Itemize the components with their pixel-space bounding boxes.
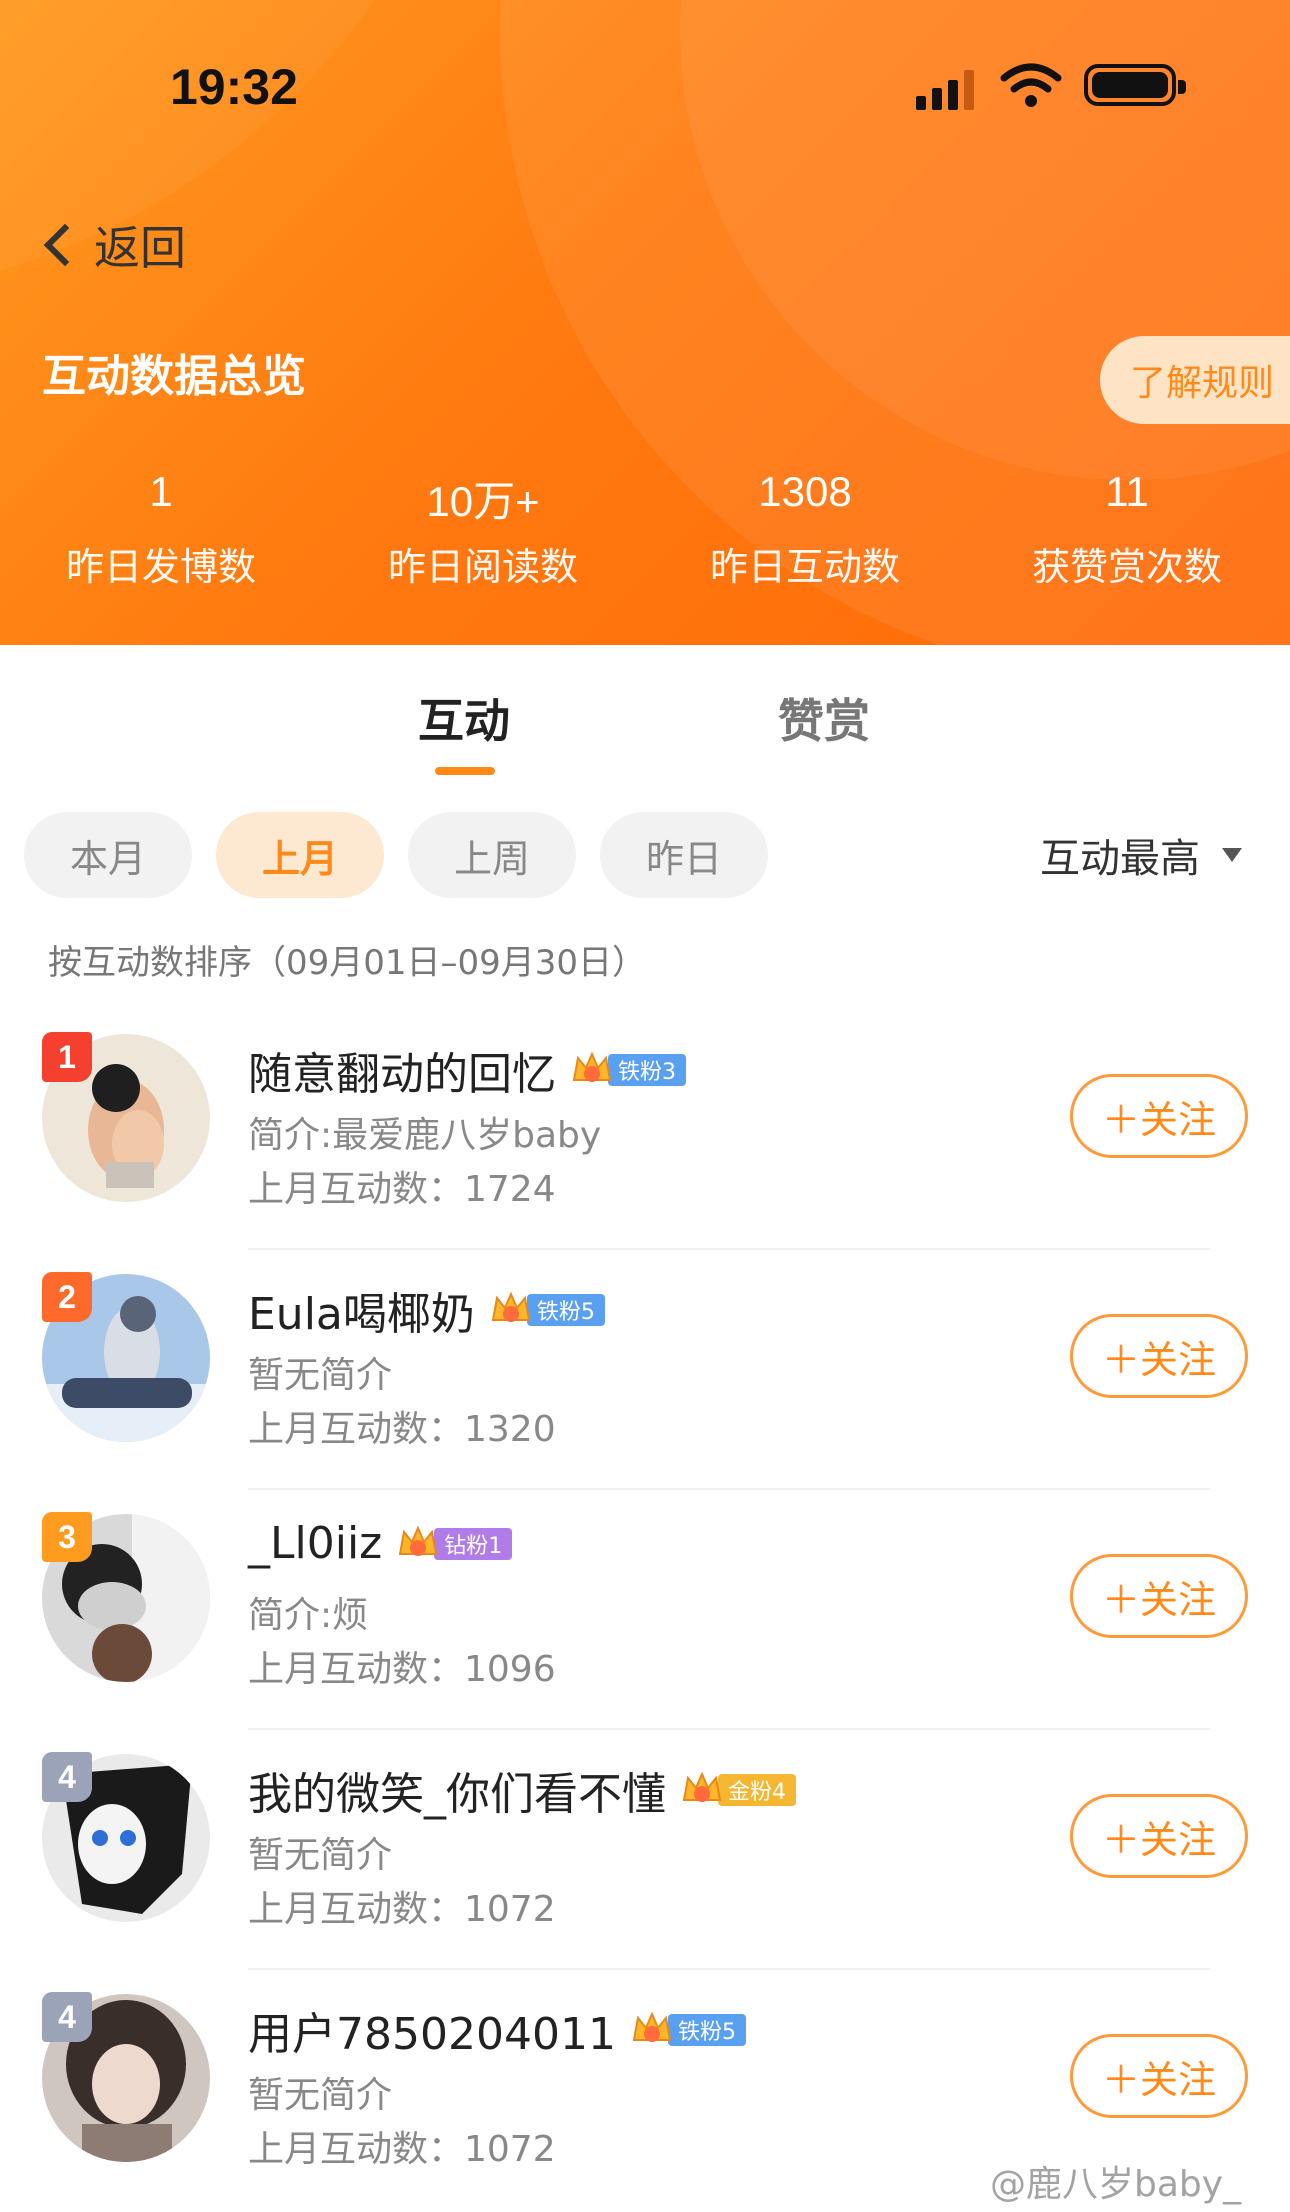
badge-label: 钻粉1 [434,1527,513,1560]
fan-badge: 金粉4 [680,1770,796,1810]
filter-last-month[interactable]: 上月 [216,812,384,898]
sort-dropdown[interactable]: 互动最高 [1040,826,1242,884]
caret-down-icon [1222,848,1242,862]
stat-label: 昨日阅读数 [387,545,578,589]
user-intro: 暂无简介 [248,1835,393,1876]
user-intro: 暂无简介 [248,2075,393,2116]
interaction-count: 上月互动数：1096 [248,1649,556,1690]
badge-label: 铁粉5 [667,2014,746,2046]
badge-label: 铁粉3 [608,1054,686,1086]
user-intro: 简介:最爱鹿八岁baby [248,1115,602,1156]
page-title: 互动数据总览 [42,351,306,402]
user-name[interactable]: Eula喝椰奶 [248,1278,475,1342]
user-intro: 简介:烦 [248,1595,369,1636]
follow-button[interactable]: ＋关注 [1070,1794,1248,1878]
fan-badge: 铁粉5 [489,1290,605,1330]
stat-value: 1 [149,468,173,515]
period-filters: 本月 上月 上周 昨日 [24,812,792,898]
crown-icon [399,1524,438,1556]
watermark: @鹿八岁baby_ [990,2164,1242,2205]
back-label: 返回 [94,221,186,275]
follow-button[interactable]: ＋关注 [1070,2034,1248,2118]
back-button[interactable]: 返回 [36,210,186,280]
rules-button[interactable]: 了解规则 [1100,336,1290,424]
list-item[interactable]: 4 我的微笑_你们看不懂 金粉4 暂无简介 上月互动数：1072 ＋关注 [0,1730,1290,1970]
user-name[interactable]: 用户7850204011 [248,1998,616,2062]
rank-badge: 3 [42,1512,92,1562]
user-name[interactable]: 我的微笑_你们看不懂 [248,1758,666,1822]
fan-badge: 钻粉1 [396,1524,513,1564]
header-banner: 19:32 返回 互动数据总览 了解规则 1 昨日发博数 10万+ 昨日阅读数 [0,0,1290,645]
user-intro: 暂无简介 [248,1355,393,1396]
follow-button[interactable]: ＋关注 [1070,1314,1248,1398]
sort-label: 互动最高 [1040,836,1200,882]
stat-value: 1308 [758,468,852,515]
range-note: 按互动数排序（09月01日–09月30日） [48,943,647,983]
user-name[interactable]: 随意翻动的回忆 [248,1038,556,1102]
chevron-left-icon [43,223,87,267]
rank-badge: 2 [42,1272,92,1322]
badge-label: 金粉4 [718,1774,796,1806]
crown-icon [491,1291,531,1322]
rank-badge: 4 [42,1752,92,1802]
tab-tips[interactable]: 赞赏 [778,685,870,751]
interaction-count: 上月互动数：1072 [248,2129,556,2170]
filter-last-week[interactable]: 上周 [408,812,576,898]
rank-badge: 1 [42,1032,92,1082]
follow-button[interactable]: ＋关注 [1070,1074,1248,1158]
list-item[interactable]: 3 _Ll0iiz 钻粉1 简介:烦 上月互动数：1096 ＋关注 [0,1490,1290,1730]
stat-reads: 10万+ 昨日阅读数 [322,468,644,591]
battery-icon [1084,64,1186,106]
stat-tips: 11 获赞赏次数 [966,468,1288,591]
filter-this-month[interactable]: 本月 [24,812,192,898]
crown-icon [572,1051,612,1082]
fan-badge: 铁粉3 [570,1050,686,1090]
cellular-signal-icon [916,70,978,110]
crown-icon [632,2011,672,2042]
follow-button[interactable]: ＋关注 [1070,1554,1248,1638]
list-item[interactable]: 1 随意翻动的回忆 铁粉3 简介:最爱鹿八岁baby 上月互动数：1724 ＋关… [0,1010,1290,1250]
crown-icon [682,1771,722,1802]
filter-yesterday[interactable]: 昨日 [600,812,768,898]
stat-value: 10万+ [426,478,540,525]
interaction-count: 上月互动数：1072 [248,1889,556,1930]
list-item[interactable]: 2 Eula喝椰奶 铁粉5 暂无简介 上月互动数：1320 ＋关注 [0,1250,1290,1490]
tab-interaction[interactable]: 互动 [418,685,510,751]
user-list: 1 随意翻动的回忆 铁粉3 简介:最爱鹿八岁baby 上月互动数：1724 ＋关… [0,1010,1290,2210]
interaction-count: 上月互动数：1320 [248,1409,556,1450]
tab-indicator [435,767,495,775]
stat-value: 11 [1105,468,1149,515]
tab-bar: 互动 赞赏 [0,645,1290,785]
stat-interactions: 1308 昨日互动数 [644,468,966,591]
badge-label: 铁粉5 [526,1294,605,1326]
rank-badge: 4 [42,1992,92,2042]
wifi-icon [1000,63,1062,107]
interaction-count: 上月互动数：1724 [248,1169,556,1210]
user-name[interactable]: _Ll0iiz [248,1518,382,1569]
stat-label: 获赞赏次数 [1031,545,1222,589]
stat-posts: 1 昨日发博数 [0,468,322,591]
stats-row: 1 昨日发博数 10万+ 昨日阅读数 1308 昨日互动数 11 获赞赏次数 [0,468,1290,591]
status-time: 19:32 [170,59,298,115]
status-bar: 19:32 [0,0,1290,170]
stat-label: 昨日互动数 [709,545,900,589]
fan-badge: 铁粉5 [630,2010,746,2050]
stat-label: 昨日发博数 [65,545,256,589]
